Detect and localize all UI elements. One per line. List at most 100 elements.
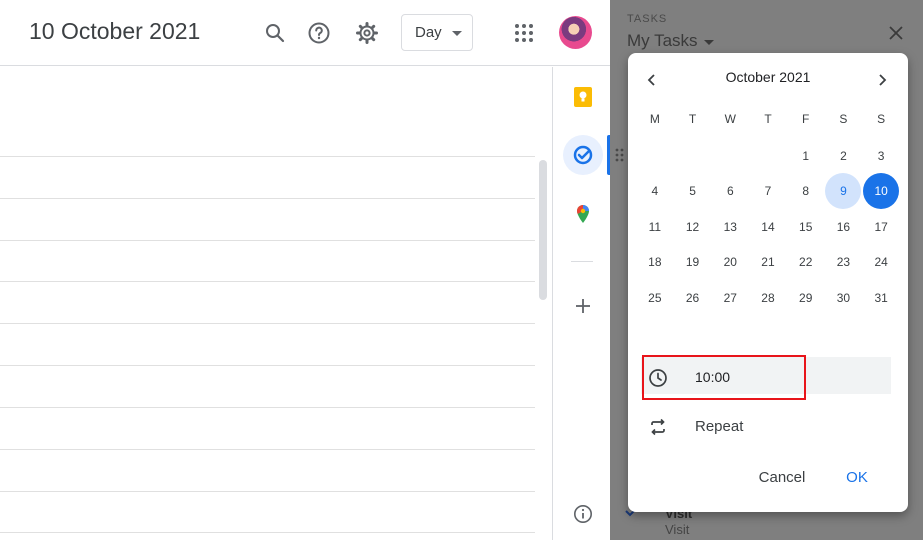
empty-day-cell bbox=[674, 138, 712, 174]
settings-button[interactable] bbox=[351, 17, 383, 49]
date-title: 10 October 2021 bbox=[29, 18, 201, 44]
cancel-button[interactable]: Cancel bbox=[749, 463, 815, 491]
calendar-day[interactable]: 19 bbox=[674, 245, 712, 281]
grid-scrollbar[interactable] bbox=[539, 160, 547, 300]
calendar-day[interactable]: 22 bbox=[787, 245, 825, 281]
calendar-day[interactable]: 26 bbox=[674, 280, 712, 316]
empty-day-cell bbox=[749, 138, 787, 174]
repeat-option[interactable]: Repeat bbox=[695, 418, 743, 435]
day-number: 14 bbox=[761, 219, 775, 234]
ok-button[interactable]: OK bbox=[838, 463, 876, 491]
hour-line bbox=[0, 449, 535, 450]
day-number: 29 bbox=[799, 290, 813, 305]
day-number: 19 bbox=[685, 255, 700, 270]
day-number: 22 bbox=[799, 255, 813, 270]
hour-line bbox=[0, 365, 535, 366]
calendar-day[interactable]: 23 bbox=[825, 245, 863, 281]
weekday-label: S bbox=[877, 112, 886, 126]
calendar-day[interactable]: 16 bbox=[825, 209, 863, 245]
calendar-day[interactable]: 1 bbox=[787, 138, 825, 174]
selected-day[interactable]: 10 bbox=[862, 173, 900, 210]
calendar-day[interactable]: 28 bbox=[749, 280, 787, 316]
day-number: 5 bbox=[689, 184, 696, 199]
calendar-day[interactable]: 17 bbox=[862, 209, 900, 245]
day-number: 4 bbox=[651, 184, 659, 199]
add-addon-button[interactable] bbox=[563, 286, 603, 326]
day-number: 21 bbox=[761, 255, 775, 270]
calendar-day[interactable]: 4 bbox=[636, 174, 674, 210]
calendar-day[interactable]: 6 bbox=[711, 174, 749, 210]
keep-button[interactable] bbox=[563, 77, 603, 117]
maps-button[interactable] bbox=[563, 194, 603, 234]
calendar-day[interactable]: 25 bbox=[636, 280, 674, 316]
apps-button[interactable] bbox=[508, 17, 540, 49]
view-selector[interactable]: Day bbox=[401, 14, 473, 51]
hour-line bbox=[0, 281, 535, 282]
calendar-day[interactable]: 7 bbox=[749, 174, 787, 210]
day-number: 31 bbox=[874, 290, 888, 305]
weekday-label: S bbox=[839, 112, 848, 126]
day-number: 28 bbox=[761, 290, 775, 305]
calendar-day[interactable]: 20 bbox=[711, 245, 749, 281]
side-panel-rail bbox=[552, 67, 611, 540]
weekday-header: MTWTFSS bbox=[636, 112, 900, 126]
task-details: Visit bbox=[665, 522, 690, 537]
hour-line bbox=[0, 156, 535, 157]
day-number: 2 bbox=[840, 148, 847, 163]
calendar-day[interactable]: 21 bbox=[749, 245, 787, 281]
calendar-day[interactable]: 3 bbox=[862, 138, 900, 174]
chevron-down-icon bbox=[703, 39, 714, 45]
tasks-button[interactable] bbox=[563, 135, 603, 175]
search-button[interactable] bbox=[259, 17, 291, 49]
day-number: 20 bbox=[723, 255, 737, 270]
hour-line bbox=[0, 240, 535, 241]
settings-icon bbox=[356, 22, 378, 44]
calendar-day[interactable]: 11 bbox=[636, 209, 674, 245]
calendar-day[interactable]: 29 bbox=[787, 280, 825, 316]
info-icon bbox=[574, 505, 592, 523]
calendar-day[interactable]: 30 bbox=[825, 280, 863, 316]
calendar-day[interactable]: 13 bbox=[711, 209, 749, 245]
day-number: 25 bbox=[648, 290, 662, 305]
day-number: 6 bbox=[726, 184, 734, 199]
day-grid[interactable] bbox=[0, 67, 535, 540]
hour-line bbox=[0, 491, 535, 492]
calendar-day[interactable]: 15 bbox=[787, 209, 825, 245]
weekday-label: F bbox=[802, 112, 810, 126]
today-day[interactable]: 9 bbox=[825, 173, 863, 210]
empty-day-cell bbox=[711, 138, 749, 174]
avatar[interactable] bbox=[559, 16, 592, 49]
tasks-section-label: TASKS bbox=[627, 13, 668, 25]
rail-divider bbox=[571, 261, 593, 262]
day-number: 30 bbox=[836, 290, 851, 305]
calendar-day[interactable]: 5 bbox=[674, 174, 712, 210]
repeat-icon bbox=[651, 418, 665, 436]
day-number: 26 bbox=[685, 290, 700, 305]
info-button[interactable] bbox=[563, 494, 603, 534]
day-number: 1 bbox=[802, 148, 810, 163]
calendar-day[interactable]: 2 bbox=[825, 138, 863, 174]
help-button[interactable] bbox=[303, 17, 335, 49]
close-icon[interactable] bbox=[885, 22, 907, 44]
calendar-day[interactable]: 8 bbox=[787, 174, 825, 210]
tasks-icon bbox=[573, 145, 593, 165]
add-icon bbox=[576, 299, 590, 313]
apps-grid-icon bbox=[515, 24, 533, 42]
hour-line bbox=[0, 198, 535, 199]
next-month-button[interactable] bbox=[870, 68, 894, 92]
day-number: 11 bbox=[648, 219, 662, 234]
task-list-selector[interactable]: My Tasks bbox=[627, 31, 714, 51]
day-number: 24 bbox=[874, 255, 888, 270]
header: 10 October 2021 Day bbox=[0, 0, 610, 66]
calendar-day[interactable]: 27 bbox=[711, 280, 749, 316]
calendar-day[interactable]: 14 bbox=[749, 209, 787, 245]
calendar-day[interactable]: 31 bbox=[862, 280, 900, 316]
hour-line bbox=[0, 323, 535, 324]
calendar-day[interactable]: 12 bbox=[674, 209, 712, 245]
calendar-day[interactable]: 24 bbox=[862, 245, 900, 281]
weekday-label: M bbox=[649, 112, 660, 126]
calendar-day[interactable]: 18 bbox=[636, 245, 674, 281]
drag-handle-icon bbox=[615, 148, 624, 162]
hour-line bbox=[0, 532, 535, 533]
calendar-days: 1 2 3 4 5 6 7 8 9 10 11 12 13 14 15 16 17 18 19 20 21 22 23 24 2… bbox=[636, 138, 900, 316]
